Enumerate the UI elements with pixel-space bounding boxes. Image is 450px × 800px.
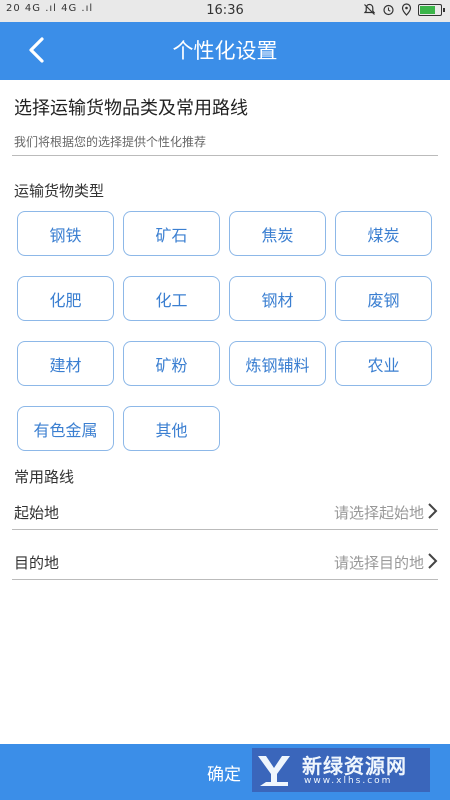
watermark-domain: www.xlhs.com xyxy=(304,776,393,786)
watermark-logo-icon xyxy=(258,756,290,786)
chevron-right-icon xyxy=(428,503,438,519)
cargo-option-ore[interactable]: 矿石 xyxy=(123,211,220,256)
destination-label: 目的地 xyxy=(14,554,60,572)
battery-icon xyxy=(418,3,445,16)
watermark-name: 新绿资源网 xyxy=(302,754,407,778)
origin-label: 起始地 xyxy=(14,504,60,522)
cargo-option-ore-powder[interactable]: 矿粉 xyxy=(123,341,220,386)
page-title: 个性化设置 xyxy=(172,39,278,63)
section-subtitle: 我们将根据您的选择提供个性化推荐 xyxy=(14,135,207,149)
routes-label: 常用路线 xyxy=(14,468,75,486)
divider xyxy=(12,155,438,156)
status-bar: 20 4G .ıl 4G .ıl 16:36 xyxy=(0,0,450,22)
cargo-option-coke[interactable]: 焦炭 xyxy=(229,211,326,256)
cargo-option-chemical[interactable]: 化工 xyxy=(123,276,220,321)
chevron-right-icon xyxy=(428,553,438,569)
divider xyxy=(12,579,438,580)
watermark: 新绿资源网 www.xlhs.com xyxy=(252,748,430,792)
confirm-label: 确定 xyxy=(207,765,241,785)
header-bar: 个性化设置 xyxy=(0,22,450,80)
cargo-option-fertilizer[interactable]: 化肥 xyxy=(17,276,114,321)
divider xyxy=(12,529,438,530)
destination-placeholder: 请选择目的地 xyxy=(333,554,424,572)
cargo-option-steel[interactable]: 钢铁 xyxy=(17,211,114,256)
location-icon xyxy=(401,3,412,16)
cargo-option-other[interactable]: 其他 xyxy=(123,406,220,451)
origin-placeholder: 请选择起始地 xyxy=(333,504,424,522)
cargo-option-coal[interactable]: 煤炭 xyxy=(335,211,432,256)
cargo-option-nonferrous-metals[interactable]: 有色金属 xyxy=(17,406,114,451)
status-icons xyxy=(363,3,445,16)
cargo-option-scrap-steel[interactable]: 废钢 xyxy=(335,276,432,321)
bell-off-icon xyxy=(363,3,376,15)
section-heading: 选择运输货物品类及常用路线 xyxy=(14,98,248,119)
cargo-option-building-materials[interactable]: 建材 xyxy=(17,341,114,386)
cargo-option-steelmaking-auxiliaries[interactable]: 炼钢辅料 xyxy=(229,341,326,386)
alarm-icon xyxy=(383,4,394,16)
cargo-option-steel-products[interactable]: 钢材 xyxy=(229,276,326,321)
cargo-option-agriculture[interactable]: 农业 xyxy=(335,341,432,386)
cargo-type-label: 运输货物类型 xyxy=(14,182,105,200)
